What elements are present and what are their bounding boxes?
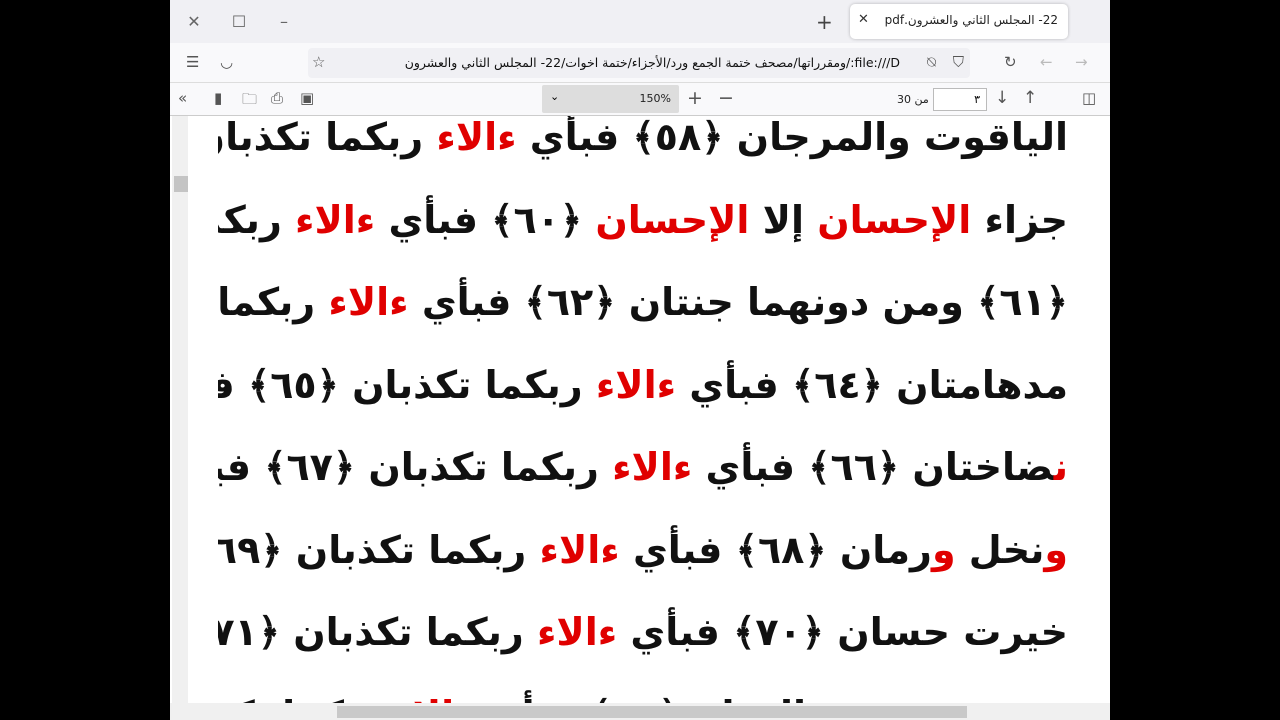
back-icon[interactable]: ←: [1040, 53, 1053, 71]
verse-text: مقصورت في الخيام ﴿٧٢﴾ فبأي: [474, 693, 1068, 704]
verse-text: ضاختان ﴿٦٦﴾ فبأي: [692, 445, 1054, 489]
scrollbar-thumb[interactable]: [174, 176, 188, 192]
verse-text: جزاء: [971, 197, 1069, 242]
close-tab-icon[interactable]: ✕: [858, 12, 869, 27]
presentation-icon[interactable]: ▣: [300, 89, 314, 107]
verse-text: ربكما تكذبان ﴿٦٩﴾ فيهن: [218, 527, 527, 572]
minimize-button[interactable]: –: [272, 10, 296, 34]
verse-text: ﴿٦٠﴾ فبأي: [375, 197, 596, 242]
pdf-page: الياقوت والمرجان ﴿٥٨﴾ فبأي ءالاء ربكما ت…: [218, 116, 1068, 703]
browser-window: ✕ ☐ – + 22- المجلس الثاني والعشرون.pdf ✕…: [170, 0, 1110, 720]
verse-text: ربكما تكذبان: [218, 197, 282, 242]
url-bar[interactable]: ⛉ ⍉ file:///D:/ومقرراتها/مصحف ختمة الجمع…: [308, 48, 970, 78]
maximize-button[interactable]: ☐: [227, 10, 251, 34]
reload-icon[interactable]: ↻: [1004, 53, 1017, 71]
next-page-button[interactable]: ↓: [995, 88, 1009, 108]
forward-icon[interactable]: →: [1075, 53, 1088, 71]
text-line: خيرت حسان ﴿٧٠﴾ فبأي ءالاء ربكما تكذبان ﴿…: [218, 591, 1068, 674]
zoom-out-button[interactable]: −: [718, 87, 734, 109]
highlighted-text: ءالاء: [295, 197, 376, 242]
tools-toggle-icon[interactable]: «: [178, 89, 187, 107]
verse-text: الياقوت والمرجان ﴿٥٨﴾ فبأي: [516, 116, 1068, 159]
print-icon[interactable]: ⎙: [271, 89, 283, 107]
highlighted-text: ن: [1053, 445, 1068, 489]
close-window-button[interactable]: ✕: [182, 10, 206, 34]
highlighted-text: و: [1044, 527, 1068, 572]
verse-text: إلا: [749, 197, 818, 242]
permissions-icon[interactable]: ⍉: [927, 53, 936, 71]
highlighted-text: ءالاء: [393, 693, 473, 704]
page-count: من 30: [897, 93, 929, 106]
text-line: الياقوت والمرجان ﴿٥٨﴾ فبأي ءالاء ربكما ت…: [218, 116, 1068, 179]
verse-text: ربكما تكذبان ﴿٦٧﴾ فيهما فكه: [218, 445, 599, 489]
verse-text: مدهامتان ﴿٦٤﴾ فبأي: [676, 362, 1068, 407]
verse-text: ربكما تكذبان ﴿٧١﴾ حور: [218, 610, 524, 654]
verse-text: ربكما تكذبان ﴿٦٥﴾ فيهما عينا: [218, 362, 583, 407]
zoom-select[interactable]: ⌄ 150%: [542, 85, 679, 113]
tab-bar: ✕ ☐ – + 22- المجلس الثاني والعشرون.pdf ✕: [170, 0, 1110, 43]
horizontal-scrollbar[interactable]: [170, 703, 1110, 720]
text-line: مقصورت في الخيام ﴿٧٢﴾ فبأي ءالاء ربكما ت…: [218, 674, 1068, 704]
shield-icon[interactable]: ⛉: [953, 53, 964, 71]
verse-text: نخل: [955, 527, 1045, 572]
page-number-input[interactable]: ٣: [933, 88, 987, 111]
url-text[interactable]: file:///D:/ومقرراتها/مصحف ختمة الجمع ورد…: [405, 55, 900, 70]
navigation-bar: ☰ ◡ ⛉ ⍉ file:///D:/ومقرراتها/مصحف ختمة ا…: [170, 43, 1110, 83]
highlighted-text: ءالاء: [612, 445, 693, 489]
pocket-icon[interactable]: ◡: [220, 53, 233, 71]
text-line: ونخل ورمان ﴿٦٨﴾ فبأي ءالاء ربكما تكذبان …: [218, 509, 1068, 592]
highlighted-text: ءالاء: [436, 116, 517, 159]
pdf-toolbar: « ▮ 🗀 ⎙ ▣ ⌄ 150% + − من 30 ٣ ↓ ↑ ◫: [170, 83, 1110, 116]
highlighted-text: ءالاء: [536, 610, 618, 654]
new-tab-button[interactable]: +: [816, 10, 833, 34]
previous-page-button[interactable]: ↑: [1023, 88, 1037, 108]
highlighted-text: ءالاء: [539, 527, 620, 572]
text-line: جزاء الإحسان إلا الإحسان ﴿٦٠﴾ فبأي ءالاء…: [218, 179, 1068, 262]
verse-text: ربكما تكذبان ﴿٦٣﴾: [218, 280, 316, 324]
text-line: ﴿٦١﴾ ومن دونهما جنتان ﴿٦٢﴾ فبأي ءالاء رب…: [218, 261, 1068, 344]
highlighted-text: ءالاء: [595, 362, 677, 407]
highlighted-text: الإحسان: [595, 197, 750, 242]
highlighted-text: الإحسان: [817, 197, 972, 242]
zoom-in-button[interactable]: +: [687, 87, 703, 109]
verse-text: خيرت حسان ﴿٧٠﴾ فبأي: [617, 610, 1068, 654]
highlighted-text: ءالاء: [328, 280, 409, 324]
zoom-value: 150%: [639, 92, 671, 105]
chevron-down-icon: ⌄: [550, 90, 560, 103]
verse-text: ربكما تكذبان ﴿٧٣﴾ لم: [218, 693, 393, 704]
sidebar-toggle-icon[interactable]: ◫: [1082, 89, 1096, 107]
text-line: نضاختان ﴿٦٦﴾ فبأي ءالاء ربكما تكذبان ﴿٦٧…: [218, 426, 1068, 509]
tab-title: 22- المجلس الثاني والعشرون.pdf: [884, 13, 1058, 27]
verse-text: ﴿٦١﴾ ومن دونهما جنتان ﴿٦٢﴾ فبأي: [408, 280, 1068, 324]
vertical-scrollbar[interactable]: [172, 116, 188, 703]
bookmark-star-icon[interactable]: ☆: [312, 53, 325, 71]
text-line: مدهامتان ﴿٦٤﴾ فبأي ءالاء ربكما تكذبان ﴿٦…: [218, 344, 1068, 427]
pdf-viewer: الياقوت والمرجان ﴿٥٨﴾ فبأي ءالاء ربكما ت…: [170, 116, 1110, 703]
scrollbar-thumb[interactable]: [337, 706, 967, 718]
verse-text: رمان ﴿٦٨﴾ فبأي: [619, 527, 932, 572]
highlighted-text: و: [931, 527, 956, 572]
verse-text: ربكما تكذبان ﴿٥٩﴾ هل: [218, 116, 424, 159]
bookmark-icon[interactable]: ▮: [214, 89, 222, 107]
open-file-icon[interactable]: 🗀: [242, 89, 257, 114]
menu-icon[interactable]: ☰: [186, 53, 199, 71]
tab-active[interactable]: 22- المجلس الثاني والعشرون.pdf ✕: [850, 4, 1068, 39]
